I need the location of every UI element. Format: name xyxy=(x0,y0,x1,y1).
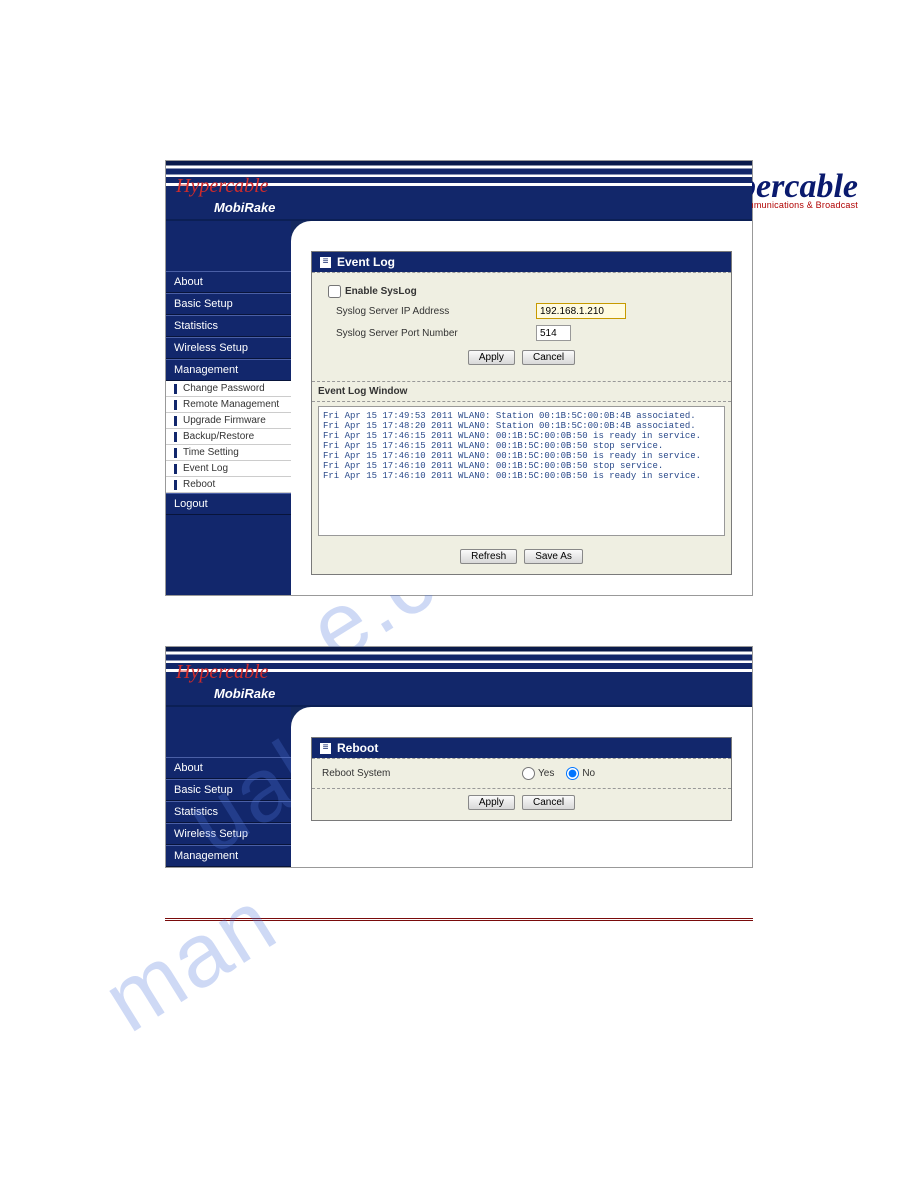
product-banner: Hypercable MobiRake xyxy=(166,647,752,707)
syslog-port-label: Syslog Server Port Number xyxy=(336,328,536,339)
syslog-port-input[interactable] xyxy=(536,325,571,341)
syslog-ip-input[interactable] xyxy=(536,303,626,319)
content-area: ≡ Event Log Enable SysLog Syslog Server … xyxy=(291,221,752,595)
sidebar: About Basic Setup Statistics Wireless Se… xyxy=(166,707,291,867)
apply-button[interactable]: Apply xyxy=(468,795,515,810)
eventlog-screenshot: Hypercable MobiRake About Basic Setup St… xyxy=(165,160,753,596)
panel-title-text: Event Log xyxy=(337,255,395,269)
cancel-button[interactable]: Cancel xyxy=(522,350,575,365)
content-area: ≡ Reboot Reboot System Yes No Apply Canc… xyxy=(291,707,752,867)
sidebar-item-about[interactable]: About xyxy=(166,271,291,293)
sidebar-item-about[interactable]: About xyxy=(166,757,291,779)
submenu-backup-restore[interactable]: Backup/Restore xyxy=(166,429,291,445)
banner-brand: Hypercable xyxy=(176,661,269,683)
sidebar: About Basic Setup Statistics Wireless Se… xyxy=(166,221,291,595)
reboot-no-radio[interactable] xyxy=(566,767,579,780)
panel-title-bar: ≡ Reboot xyxy=(312,738,731,758)
apply-button[interactable]: Apply xyxy=(468,350,515,365)
reboot-panel: ≡ Reboot Reboot System Yes No Apply Canc… xyxy=(311,737,732,821)
submenu-remote-management[interactable]: Remote Management xyxy=(166,397,291,413)
sidebar-item-basic-setup[interactable]: Basic Setup xyxy=(166,779,291,801)
panel-title-text: Reboot xyxy=(337,741,378,755)
refresh-button[interactable]: Refresh xyxy=(460,549,517,564)
sidebar-item-statistics[interactable]: Statistics xyxy=(166,801,291,823)
panel-title-bar: ≡ Event Log xyxy=(312,252,731,272)
event-log-panel: ≡ Event Log Enable SysLog Syslog Server … xyxy=(311,251,732,575)
reboot-screenshot: Hypercable MobiRake About Basic Setup St… xyxy=(165,646,753,868)
submenu-change-password[interactable]: Change Password xyxy=(166,381,291,397)
sidebar-submenu: Change Password Remote Management Upgrad… xyxy=(166,381,291,493)
sidebar-item-wireless-setup[interactable]: Wireless Setup xyxy=(166,337,291,359)
sidebar-item-logout[interactable]: Logout xyxy=(166,493,291,515)
submenu-time-setting[interactable]: Time Setting xyxy=(166,445,291,461)
footer-divider xyxy=(165,918,753,921)
cancel-button[interactable]: Cancel xyxy=(522,795,575,810)
sidebar-item-wireless-setup[interactable]: Wireless Setup xyxy=(166,823,291,845)
enable-syslog-label: Enable SysLog xyxy=(345,286,417,297)
panel-title-icon: ≡ xyxy=(320,257,331,268)
reboot-yes-radio[interactable] xyxy=(522,767,535,780)
event-log-textarea[interactable] xyxy=(318,406,725,536)
banner-brand: Hypercable xyxy=(176,175,269,197)
sidebar-item-statistics[interactable]: Statistics xyxy=(166,315,291,337)
reboot-no-option[interactable]: No xyxy=(566,767,595,780)
sidebar-item-basic-setup[interactable]: Basic Setup xyxy=(166,293,291,315)
event-log-window-label: Event Log Window xyxy=(312,381,731,402)
sidebar-item-management[interactable]: Management xyxy=(166,845,291,867)
watermark-text: man xyxy=(86,870,294,1053)
enable-syslog-checkbox[interactable] xyxy=(328,285,341,298)
sidebar-item-management[interactable]: Management xyxy=(166,359,291,381)
reboot-system-label: Reboot System xyxy=(322,768,522,779)
syslog-ip-label: Syslog Server IP Address xyxy=(336,306,536,317)
save-as-button[interactable]: Save As xyxy=(524,549,583,564)
reboot-yes-option[interactable]: Yes xyxy=(522,767,554,780)
submenu-reboot[interactable]: Reboot xyxy=(166,477,291,493)
product-banner: Hypercable MobiRake xyxy=(166,161,752,221)
banner-product: MobiRake xyxy=(214,200,275,215)
panel-title-icon: ≡ xyxy=(320,743,331,754)
banner-product: MobiRake xyxy=(214,686,275,701)
submenu-event-log[interactable]: Event Log xyxy=(166,461,291,477)
submenu-upgrade-firmware[interactable]: Upgrade Firmware xyxy=(166,413,291,429)
